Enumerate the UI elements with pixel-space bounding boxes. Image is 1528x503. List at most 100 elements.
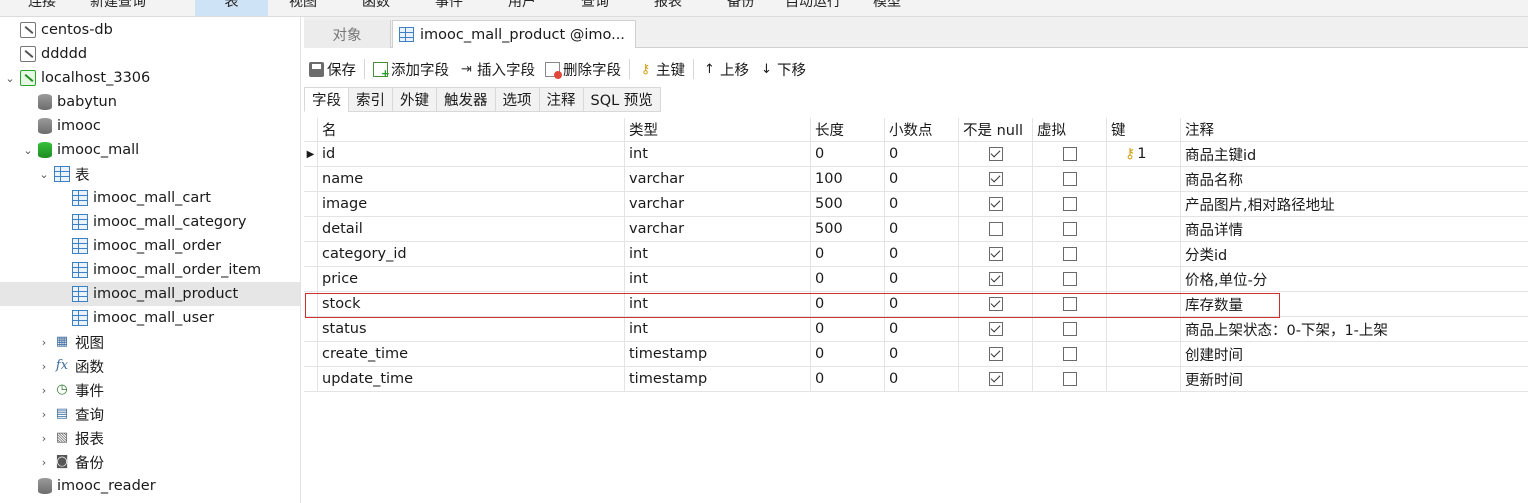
field-type-cell[interactable]: int [625, 242, 811, 266]
field-type-cell[interactable]: int [625, 292, 811, 316]
virtual-checkbox[interactable] [1033, 242, 1107, 266]
menu-user[interactable]: 用户 [508, 0, 536, 11]
primary-key-button[interactable]: ⚷ 主键 [633, 57, 690, 81]
chevron-down-icon[interactable]: ⌄ [34, 168, 54, 181]
tree-folder-reports[interactable]: › ▧ 报表 [0, 426, 300, 450]
field-name-cell[interactable]: image [318, 192, 625, 216]
field-name-cell[interactable]: category_id [318, 242, 625, 266]
field-key-cell[interactable] [1107, 342, 1181, 366]
menu-connect[interactable]: 连接 [28, 0, 56, 11]
subtab-triggers[interactable]: 触发器 [436, 87, 496, 112]
chevron-right-icon[interactable]: › [34, 384, 54, 397]
table-row[interactable]: image varchar 500 0 产品图片,相对路径地址 [304, 192, 1528, 217]
column-header-name[interactable]: 名 [318, 118, 625, 141]
menu-model[interactable]: 模型 [873, 0, 901, 11]
checkbox[interactable] [1062, 222, 1077, 236]
save-button[interactable]: 保存 [304, 57, 361, 81]
field-length-cell[interactable]: 500 [811, 192, 885, 216]
field-name-cell[interactable]: price [318, 267, 625, 291]
subtab-indexes[interactable]: 索引 [348, 87, 393, 112]
tree-database-imooc-mall[interactable]: ⌄ imooc_mall [0, 138, 300, 162]
checkbox[interactable] [988, 347, 1003, 361]
not-null-checkbox[interactable] [959, 242, 1033, 266]
checkbox[interactable] [1062, 147, 1077, 161]
checkbox[interactable] [1062, 247, 1077, 261]
field-length-cell[interactable]: 0 [811, 292, 885, 316]
tree-folder-functions[interactable]: › fx 函数 [0, 354, 300, 378]
tree-table-order-item[interactable]: imooc_mall_order_item [0, 258, 300, 282]
field-comment-cell[interactable]: 商品主键id [1181, 142, 1528, 166]
tree-folder-views[interactable]: › ▦ 视图 [0, 330, 300, 354]
subtab-options[interactable]: 选项 [494, 87, 540, 112]
virtual-checkbox[interactable] [1033, 342, 1107, 366]
field-name-cell[interactable]: id [318, 142, 625, 166]
field-comment-cell[interactable]: 价格,单位-分 [1181, 267, 1528, 291]
chevron-right-icon[interactable]: › [34, 432, 54, 445]
chevron-right-icon[interactable]: › [34, 360, 54, 373]
checkbox[interactable] [988, 247, 1003, 261]
chevron-down-icon[interactable]: ⌄ [18, 144, 38, 157]
menu-report[interactable]: 报表 [654, 0, 682, 11]
field-length-cell[interactable]: 0 [811, 142, 885, 166]
subtab-fields[interactable]: 字段 [304, 87, 349, 112]
chevron-down-icon[interactable]: ⌄ [0, 72, 20, 85]
field-type-cell[interactable]: timestamp [625, 342, 811, 366]
field-comment-cell[interactable]: 商品详情 [1181, 217, 1528, 241]
virtual-checkbox[interactable] [1033, 192, 1107, 216]
virtual-checkbox[interactable] [1033, 292, 1107, 316]
field-comment-cell[interactable]: 更新时间 [1181, 367, 1528, 391]
tree-table-user[interactable]: imooc_mall_user [0, 306, 300, 330]
menu-backup[interactable]: 备份 [727, 0, 755, 11]
column-header-comment[interactable]: 注释 [1181, 118, 1528, 141]
checkbox[interactable] [988, 222, 1003, 236]
virtual-checkbox[interactable] [1033, 317, 1107, 341]
menu-query[interactable]: 查询 [581, 0, 609, 11]
field-name-cell[interactable]: status [318, 317, 625, 341]
field-key-cell[interactable] [1107, 317, 1181, 341]
tree-folder-backups[interactable]: › ◙ 备份 [0, 450, 300, 474]
field-length-cell[interactable]: 0 [811, 242, 885, 266]
field-name-cell[interactable]: update_time [318, 367, 625, 391]
checkbox[interactable] [1062, 322, 1077, 336]
field-decimals-cell[interactable]: 0 [885, 242, 959, 266]
field-key-cell[interactable] [1107, 242, 1181, 266]
checkbox[interactable] [1062, 297, 1077, 311]
checkbox[interactable] [988, 297, 1003, 311]
tree-folder-queries[interactable]: › ▤ 查询 [0, 402, 300, 426]
tree-table-cart[interactable]: imooc_mall_cart [0, 186, 300, 210]
field-key-cell[interactable]: ⚷ 1 [1107, 142, 1181, 166]
not-null-checkbox[interactable] [959, 292, 1033, 316]
field-comment-cell[interactable]: 创建时间 [1181, 342, 1528, 366]
field-type-cell[interactable]: varchar [625, 192, 811, 216]
table-row[interactable]: stock int 0 0 库存数量 [304, 292, 1528, 317]
field-decimals-cell[interactable]: 0 [885, 342, 959, 366]
not-null-checkbox[interactable] [959, 167, 1033, 191]
tree-connection-ddddd[interactable]: ddddd [0, 42, 300, 66]
tree-table-category[interactable]: imooc_mall_category [0, 210, 300, 234]
field-decimals-cell[interactable]: 0 [885, 292, 959, 316]
field-decimals-cell[interactable]: 0 [885, 267, 959, 291]
field-decimals-cell[interactable]: 0 [885, 192, 959, 216]
not-null-checkbox[interactable] [959, 192, 1033, 216]
delete-field-button[interactable]: 删除字段 [540, 57, 626, 81]
field-decimals-cell[interactable]: 0 [885, 317, 959, 341]
column-header-type[interactable]: 类型 [625, 118, 811, 141]
field-type-cell[interactable]: int [625, 142, 811, 166]
field-type-cell[interactable]: timestamp [625, 367, 811, 391]
tree-table-product[interactable]: imooc_mall_product [0, 282, 300, 306]
menu-function[interactable]: 函数 [362, 0, 390, 11]
chevron-right-icon[interactable]: › [34, 408, 54, 421]
field-name-cell[interactable]: stock [318, 292, 625, 316]
field-type-cell[interactable]: int [625, 267, 811, 291]
field-type-cell[interactable]: varchar [625, 167, 811, 191]
field-key-cell[interactable] [1107, 192, 1181, 216]
field-length-cell[interactable]: 0 [811, 342, 885, 366]
field-name-cell[interactable]: detail [318, 217, 625, 241]
not-null-checkbox[interactable] [959, 317, 1033, 341]
menu-automation[interactable]: 自动运行 [785, 0, 841, 11]
insert-field-button[interactable]: ⇥ 插入字段 [454, 57, 540, 81]
checkbox[interactable] [988, 197, 1003, 211]
column-header-not-null[interactable]: 不是 null [959, 118, 1033, 141]
virtual-checkbox[interactable] [1033, 142, 1107, 166]
virtual-checkbox[interactable] [1033, 217, 1107, 241]
